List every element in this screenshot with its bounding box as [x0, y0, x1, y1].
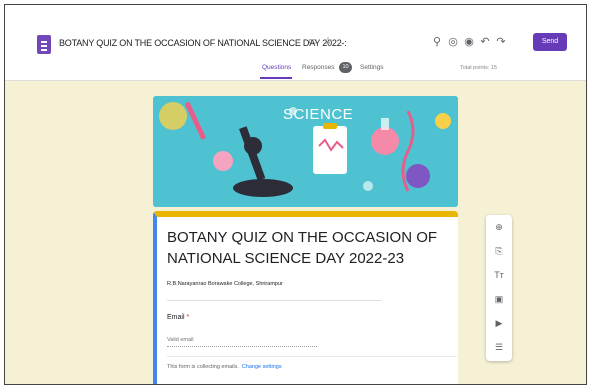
change-settings-link[interactable]: Change settings	[242, 364, 282, 370]
send-button[interactable]: Send	[533, 33, 567, 51]
divider	[167, 356, 457, 357]
email-field[interactable]	[167, 333, 317, 347]
required-asterisk: *	[186, 314, 190, 321]
window-frame: BOTANY QUIZ ON THE OCCASION OF NATIONAL …	[4, 4, 587, 385]
responses-count-badge: 10	[339, 62, 352, 73]
folder-icon[interactable]: ▭	[308, 36, 317, 47]
add-question-icon[interactable]: ⊕	[486, 215, 512, 239]
add-image-icon[interactable]: ▣	[486, 287, 512, 311]
undo-icon[interactable]: ↶	[477, 35, 493, 48]
add-title-icon[interactable]: Tт	[486, 263, 512, 287]
toolbar-icons: ⚲ ◎ ◉ ↶ ↷	[429, 35, 509, 48]
form-description[interactable]: R.B.Narayanrao Borawake College, Shriram…	[167, 281, 283, 287]
form-title[interactable]: BOTANY QUIZ ON THE OCCASION OF NATIONAL …	[167, 227, 457, 269]
top-bar: BOTANY QUIZ ON THE OCCASION OF NATIONAL …	[5, 5, 586, 57]
puzzle-icon[interactable]: ⚲	[429, 35, 445, 48]
palette-icon[interactable]: ◎	[445, 35, 461, 48]
tab-bar: Questions Responses 10 Settings Total po…	[5, 57, 586, 81]
form-header-card[interactable]: BOTANY QUIZ ON THE OCCASION OF NATIONAL …	[153, 211, 458, 384]
title-icons: ▭ ☆	[308, 36, 338, 47]
redo-icon[interactable]: ↷	[493, 35, 509, 48]
star-icon[interactable]: ☆	[323, 36, 332, 47]
tab-settings[interactable]: Settings	[360, 64, 384, 71]
email-collection-text: This form is collecting emails.	[167, 364, 239, 370]
document-title[interactable]: BOTANY QUIZ ON THE OCCASION OF NATIONAL …	[59, 38, 347, 48]
forms-logo-icon	[37, 35, 51, 54]
divider	[167, 300, 382, 301]
total-points: Total points: 15	[460, 65, 497, 71]
tab-questions[interactable]: Questions	[262, 64, 291, 71]
import-questions-icon[interactable]: ⎘	[486, 239, 512, 263]
form-canvas: SCIENCE BOTANY QUIZ ON THE OCCASION OF N…	[5, 81, 586, 384]
add-section-icon[interactable]: ☰	[486, 335, 512, 359]
email-label-text: Email	[167, 314, 185, 321]
email-label: Email *	[167, 314, 189, 321]
tab-responses[interactable]: Responses	[302, 64, 335, 71]
banner-text: SCIENCE	[283, 106, 354, 123]
email-collection-note: This form is collecting emails. Change se…	[167, 364, 282, 370]
header-banner-image: SCIENCE	[153, 96, 458, 207]
add-video-icon[interactable]: ▶	[486, 311, 512, 335]
side-toolbar: ⊕ ⎘ Tт ▣ ▶ ☰	[486, 215, 512, 361]
eye-icon[interactable]: ◉	[461, 35, 477, 48]
active-tab-indicator	[260, 77, 292, 79]
